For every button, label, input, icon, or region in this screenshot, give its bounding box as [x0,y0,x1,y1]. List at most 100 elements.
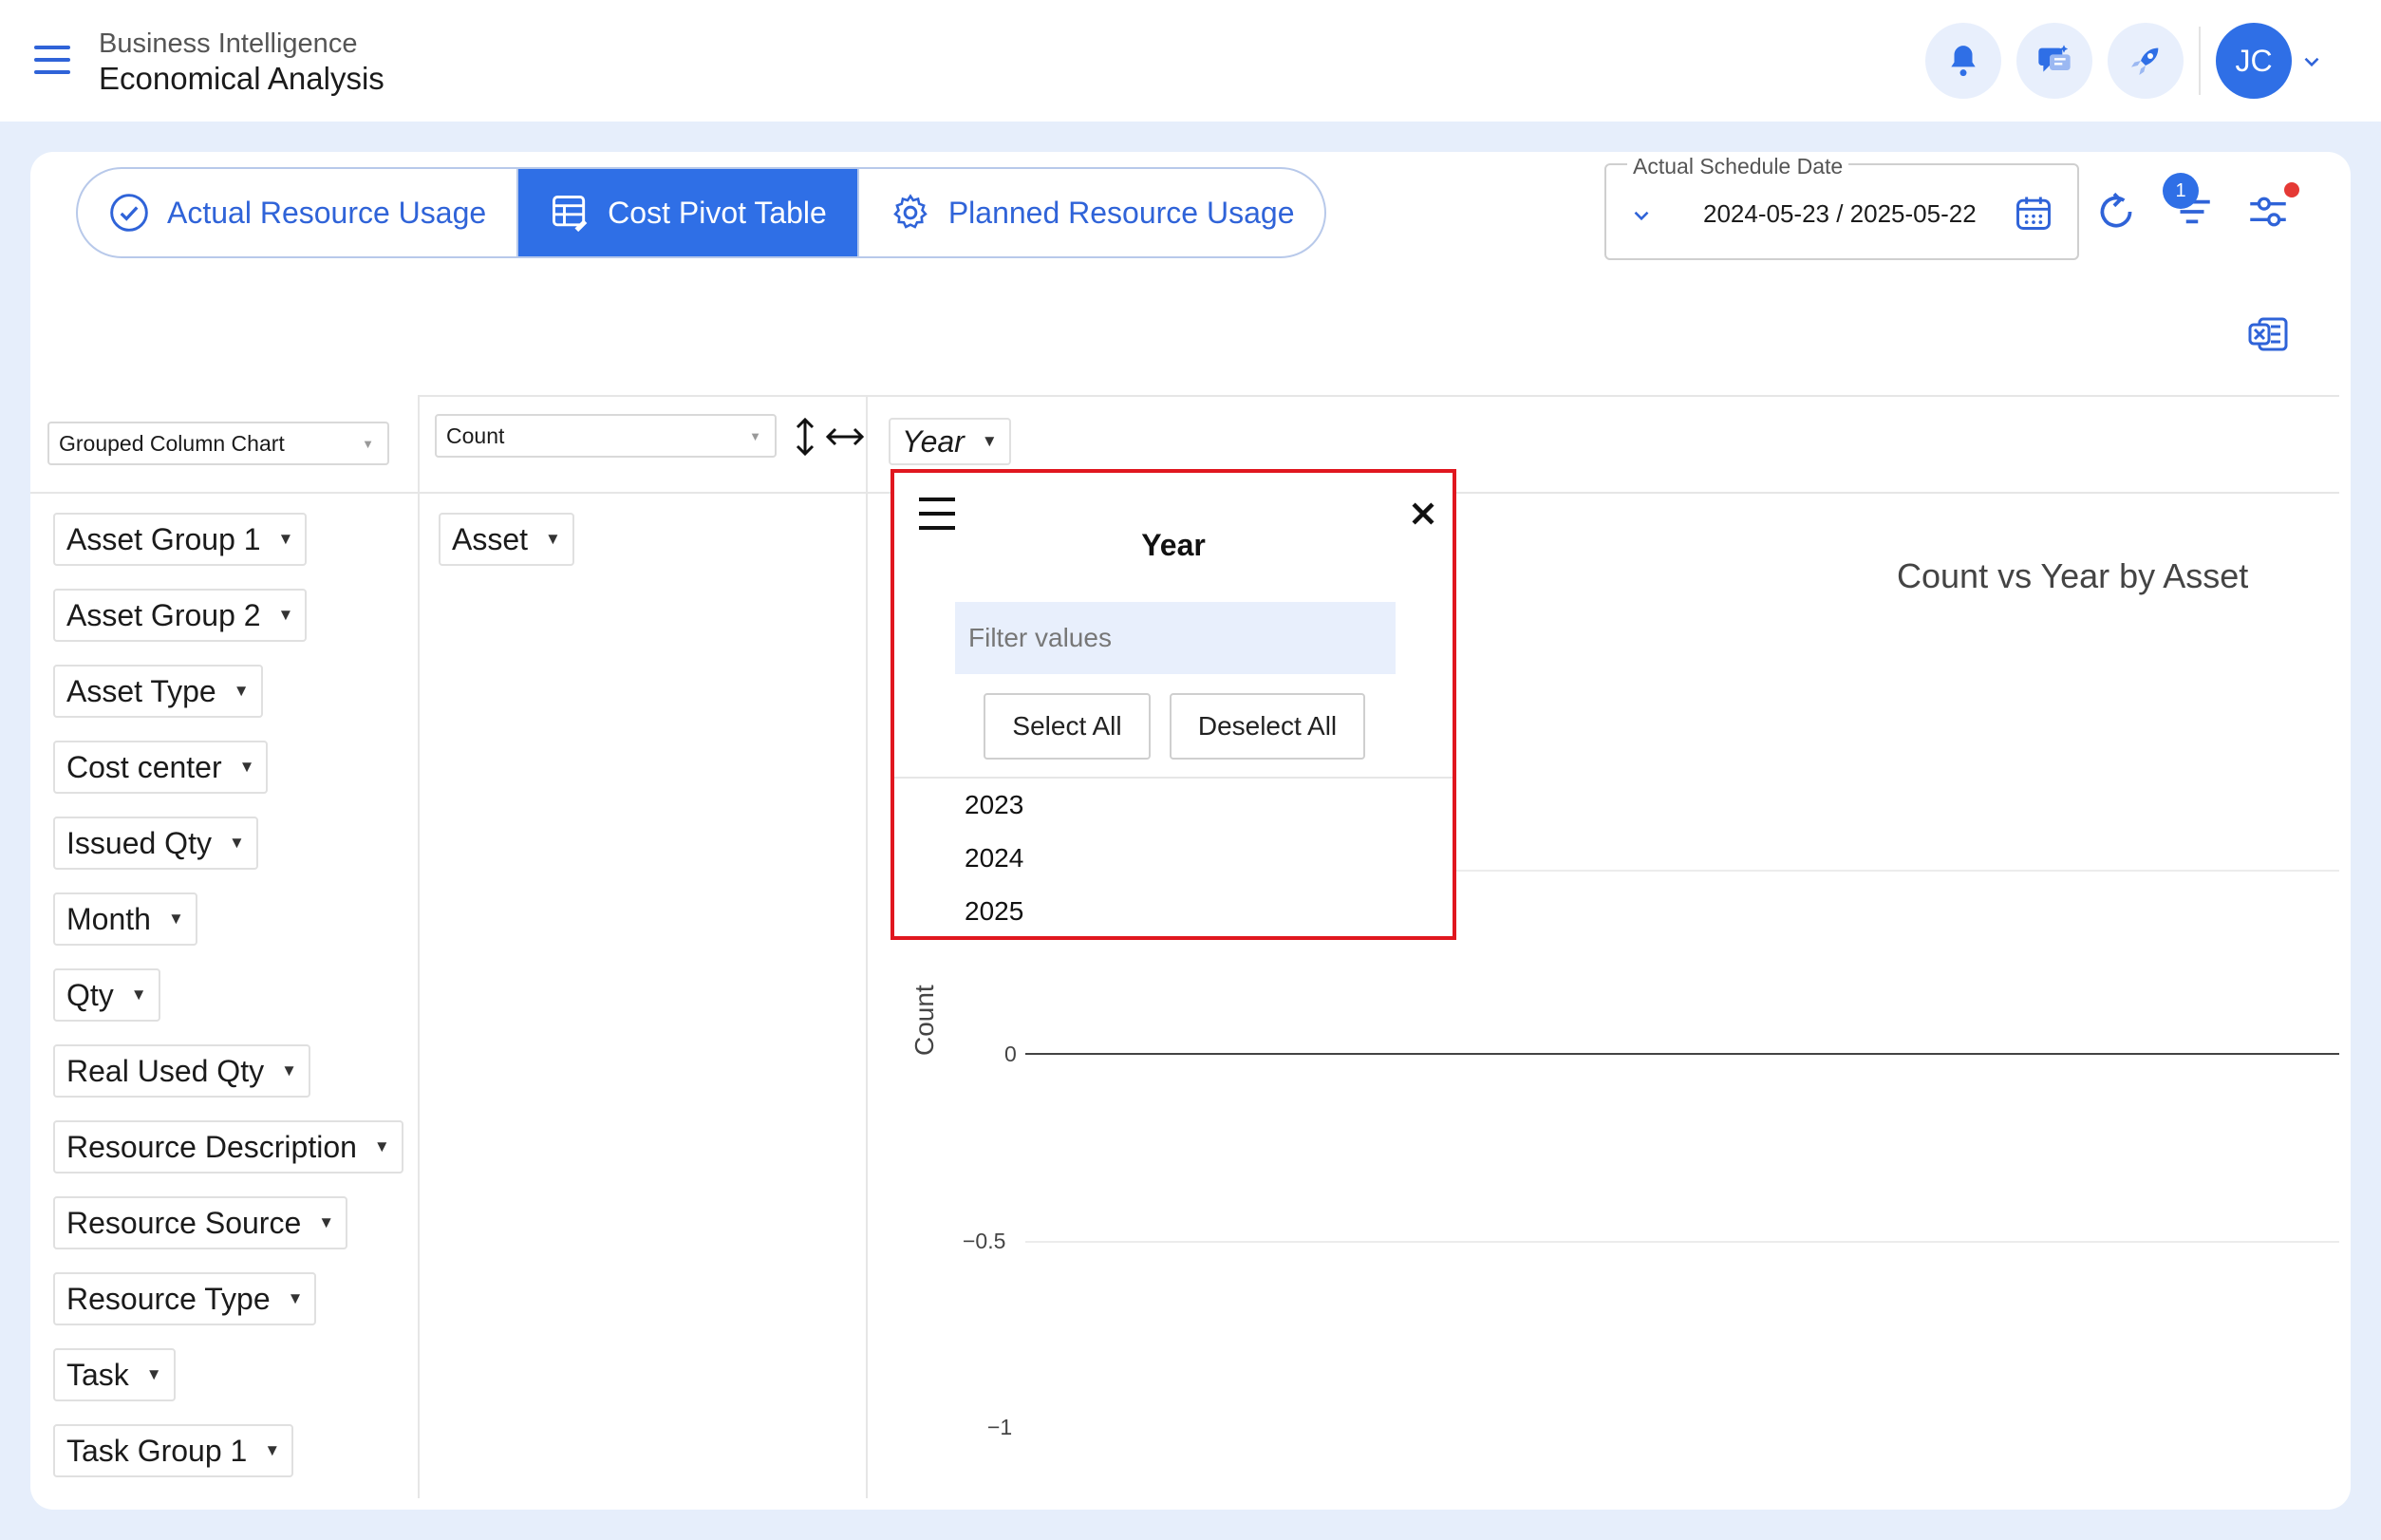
drag-handle-icon[interactable] [919,498,955,530]
pivot-table-icon [553,196,588,233]
attribute-label: Qty [66,977,114,1012]
close-icon[interactable] [1407,498,1439,530]
attribute-label: Resource Source [66,1205,302,1240]
caret-icon: ▼ [318,1213,335,1231]
attribute-label: Year [902,423,965,459]
attribute-label: Resource Description [66,1129,357,1164]
caret-icon: ▼ [130,986,147,1004]
attribute-label: Asset Group 2 [66,597,261,632]
attribute-asset-type[interactable]: Asset Type ▼ [53,665,263,718]
tab-label: Planned Resource Usage [947,195,1295,230]
attribute-label: Task Group 1 [66,1433,248,1468]
attribute-cost-center[interactable]: Cost center ▼ [53,741,269,794]
attribute-resource-type[interactable]: Resource Type ▼ [53,1272,317,1325]
tab-cost-pivot-table[interactable]: Cost Pivot Table [516,169,857,256]
attribute-label: Month [66,901,151,936]
popup-title: Year [1141,528,1206,562]
caret-icon: ▼ [277,606,294,624]
chart-title: Count vs Year by Asset [1897,556,2249,595]
caret-icon: ▼ [981,432,998,450]
y-tick: 0 [1004,1042,1017,1066]
attribute-label: Resource Type [66,1281,271,1316]
filter-values-input[interactable] [955,602,1396,674]
chevron-down-icon[interactable] [1629,203,1654,228]
header-divider [2199,27,2201,95]
tab-planned-resource-usage[interactable]: Planned Resource Usage [856,169,1325,256]
top-bar: Business Intelligence Economical Analysi… [0,0,2381,122]
attribute-label: Task [66,1357,129,1392]
caret-icon: ▼ [277,530,294,548]
settings-sliders-icon[interactable] [2244,188,2292,235]
app-title: Economical Analysis [99,61,384,96]
attribute-qty[interactable]: Qty ▼ [53,968,160,1022]
y-axis-label: Count [909,985,939,1056]
caret-icon: ▼ [264,1441,281,1459]
renderer-select[interactable]: Grouped Column Chart ▼ [47,422,389,465]
attribute-resource-description[interactable]: Resource Description ▼ [53,1120,403,1174]
row-attribute-asset[interactable]: Asset ▼ [439,513,574,566]
zero-line [1025,1053,2339,1055]
attribute-asset-group-2[interactable]: Asset Group 2 ▼ [53,589,308,642]
filter-value-item[interactable]: 2023 [965,790,1023,820]
gridline-minus-half [1025,1241,2339,1243]
attribute-issued-qty[interactable]: Issued Qty ▼ [53,817,258,870]
filter-count-badge: 1 [2163,173,2199,209]
attribute-label: Asset Type [66,673,216,708]
chat-assistant-button[interactable] [2016,23,2092,99]
sort-rows-icon[interactable] [792,418,818,456]
avatar[interactable]: JC [2216,23,2292,99]
refresh-icon[interactable] [2092,188,2140,235]
attribute-label: Asset Group 1 [66,521,261,556]
aggregator-value: Count [446,423,505,448]
caret-icon: ▼ [373,1137,390,1155]
menu-icon[interactable] [34,46,70,78]
y-tick: −1 [987,1415,1013,1439]
caret-icon: ▼ [287,1289,304,1307]
launch-button[interactable] [2108,23,2184,99]
settings-indicator-dot [2284,182,2299,197]
bell-icon [1951,46,1976,77]
notifications-button[interactable] [1925,23,2001,99]
chevron-down-icon[interactable] [2299,49,2324,74]
attribute-task-group-1[interactable]: Task Group 1 ▼ [53,1424,294,1477]
tab-actual-resource-usage[interactable]: Actual Resource Usage [78,169,516,256]
schedule-date-field[interactable]: Actual Schedule Date 2024-05-23 / 2025-0… [1604,154,2079,260]
tab-label: Cost Pivot Table [608,195,827,230]
attribute-task[interactable]: Task ▼ [53,1348,176,1401]
attribute-label: Issued Qty [66,825,212,860]
attribute-month[interactable]: Month ▼ [53,892,197,946]
attribute-resource-source[interactable]: Resource Source ▼ [53,1196,348,1249]
excel-export-icon[interactable] [2246,311,2292,357]
filter-value-item[interactable]: 2025 [965,896,1023,927]
check-circle-icon [110,194,148,232]
select-all-button[interactable]: Select All [984,693,1151,760]
attribute-label: Real Used Qty [66,1053,265,1088]
filter-value-item[interactable]: 2024 [965,843,1023,873]
caret-icon: ▼ [145,1365,162,1383]
caret-icon: ▼ [281,1061,297,1080]
gear-icon [892,194,928,229]
date-field-label: Actual Schedule Date [1627,154,1849,179]
sort-cols-icon[interactable] [826,423,864,450]
caret-icon: ▼ [362,437,374,451]
caret-icon: ▼ [545,530,561,548]
grid-line [420,395,2339,397]
app-subtitle: Business Intelligence [99,28,358,59]
calendar-icon[interactable] [2013,192,2054,234]
attribute-label: Asset [452,521,529,556]
aggregator-select[interactable]: Count ▼ [435,414,777,458]
renderer-value: Grouped Column Chart [59,430,285,456]
attribute-label: Cost center [66,749,222,784]
col-attribute-year[interactable]: Year ▼ [889,418,1011,465]
deselect-all-button[interactable]: Deselect All [1170,693,1365,760]
caret-icon: ▼ [749,429,761,443]
attribute-asset-group-1[interactable]: Asset Group 1 ▼ [53,513,308,566]
grid-line [866,395,868,1498]
rocket-icon [2131,47,2159,75]
year-filter-popup: Year Select All Deselect All 2023 2024 2… [891,469,1456,940]
caret-icon: ▼ [233,682,250,700]
divider [894,777,1453,779]
caret-icon: ▼ [238,758,255,776]
caret-icon: ▼ [228,834,245,852]
attribute-real-used-qty[interactable]: Real Used Qty ▼ [53,1044,310,1098]
